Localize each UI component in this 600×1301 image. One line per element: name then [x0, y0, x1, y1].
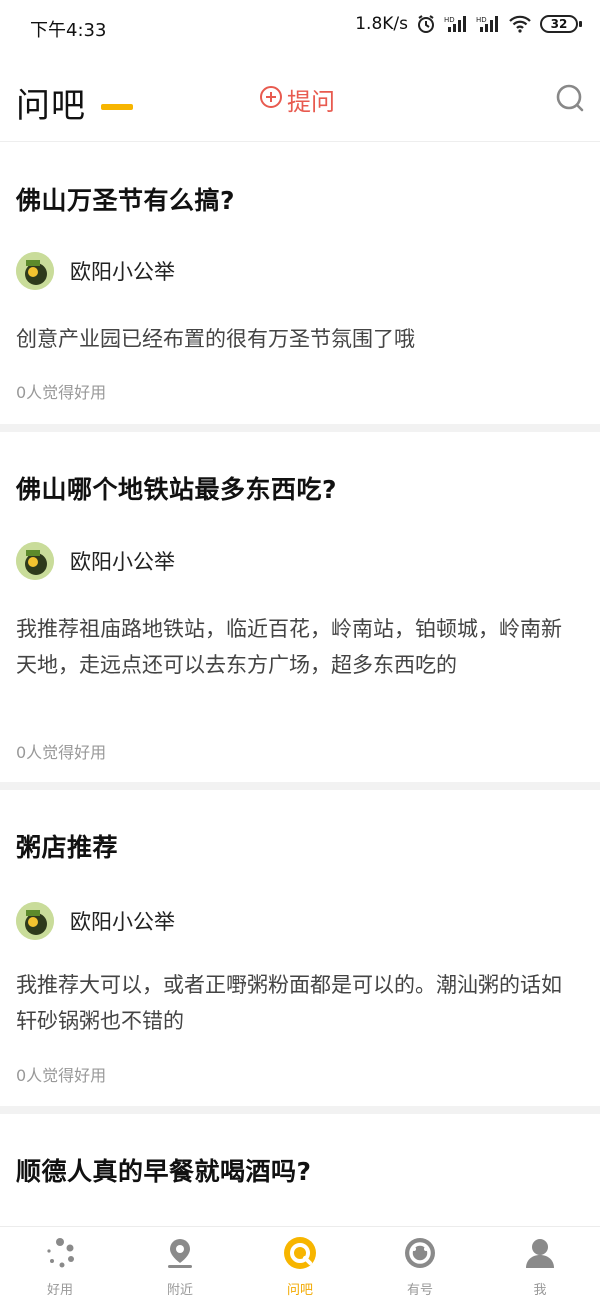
signal-icon-2: HD	[476, 15, 500, 33]
author-row[interactable]: 欧阳小公举	[16, 542, 175, 580]
avatar	[16, 542, 54, 580]
avatar	[16, 252, 54, 290]
question-feed: 佛山万圣节有么搞? 欧阳小公举 创意产业园已经布置的很有万圣节氛围了哦 0人觉得…	[0, 143, 600, 1214]
tab-label: 有号	[406, 1283, 433, 1298]
author-name: 欧阳小公举	[70, 910, 175, 934]
avatar	[16, 902, 54, 940]
network-speed: 1.8K/s	[355, 14, 408, 34]
status-time: 下午4:33	[30, 20, 107, 41]
tab-label: 我	[533, 1283, 547, 1298]
question-card[interactable]: 顺德人真的早餐就喝酒吗?	[0, 1114, 600, 1214]
answer-text[interactable]: 我推荐大可以，或者正嘢粥粉面都是可以的。潮汕粥的话如轩砂锅粥也不错的	[16, 967, 576, 1039]
tab-youhao[interactable]: 有号	[360, 1227, 480, 1301]
location-icon	[162, 1235, 198, 1275]
author-row[interactable]: 欧阳小公举	[16, 252, 175, 290]
wifi-icon	[508, 15, 532, 33]
question-card[interactable]: 佛山万圣节有么搞? 欧阳小公举 创意产业园已经布置的很有万圣节氛围了哦 0人觉得…	[0, 143, 600, 424]
ask-question-button[interactable]: 提问	[259, 82, 335, 117]
smile-icon	[402, 1235, 438, 1275]
svg-text:HD: HD	[444, 16, 455, 24]
question-title[interactable]: 粥店推荐	[16, 828, 118, 864]
author-row[interactable]: 欧阳小公举	[16, 902, 175, 940]
author-name: 欧阳小公举	[70, 550, 175, 574]
svg-text:HD: HD	[476, 16, 487, 24]
ask-question-label: 提问	[287, 88, 335, 116]
card-divider	[0, 424, 600, 432]
status-right: 1.8K/s HD HD 32	[355, 14, 582, 34]
plus-circle-icon	[259, 85, 283, 115]
answer-text[interactable]: 创意产业园已经布置的很有万圣节氛围了哦	[16, 321, 576, 357]
title-indicator	[101, 104, 133, 110]
tab-haoyong[interactable]: 好用	[0, 1227, 120, 1301]
alarm-icon	[416, 14, 436, 34]
question-title[interactable]: 佛山哪个地铁站最多东西吃?	[16, 470, 337, 506]
dots-icon	[42, 1235, 78, 1275]
tab-wenba[interactable]: 问吧	[240, 1227, 360, 1301]
question-card[interactable]: 佛山哪个地铁站最多东西吃? 欧阳小公举 我推荐祖庙路地铁站，临近百花，岭南站，铂…	[0, 432, 600, 782]
likes-count: 0人觉得好用	[16, 383, 107, 402]
person-icon	[522, 1235, 558, 1275]
likes-count: 0人觉得好用	[16, 743, 107, 762]
tab-wo[interactable]: 我	[480, 1227, 600, 1301]
ask-icon	[282, 1235, 318, 1275]
card-divider	[0, 782, 600, 790]
signal-icon: HD	[444, 15, 468, 33]
author-name: 欧阳小公举	[70, 260, 175, 284]
tab-fujin[interactable]: 附近	[120, 1227, 240, 1301]
page-title: 问吧	[16, 86, 86, 126]
status-bar: 下午4:33 1.8K/s HD HD 32	[0, 0, 600, 54]
tab-label: 附近	[166, 1283, 193, 1298]
tab-label: 好用	[46, 1283, 73, 1298]
tab-label: 问吧	[286, 1283, 313, 1298]
likes-count: 0人觉得好用	[16, 1066, 107, 1085]
answer-text[interactable]: 我推荐祖庙路地铁站，临近百花，岭南站，铂顿城，岭南新天地，走远点还可以去东方广场…	[16, 611, 576, 683]
question-title[interactable]: 佛山万圣节有么搞?	[16, 181, 235, 217]
search-icon	[554, 84, 586, 118]
question-card[interactable]: 粥店推荐 欧阳小公举 我推荐大可以，或者正嘢粥粉面都是可以的。潮汕粥的话如轩砂锅…	[0, 790, 600, 1106]
page-header: 问吧 提问	[0, 54, 600, 142]
bottom-tab-bar: 好用 附近 问吧 有号 我	[0, 1226, 600, 1301]
question-title[interactable]: 顺德人真的早餐就喝酒吗?	[16, 1152, 312, 1188]
card-divider	[0, 1106, 600, 1114]
search-button[interactable]	[554, 82, 586, 118]
battery-icon: 32	[540, 15, 582, 33]
